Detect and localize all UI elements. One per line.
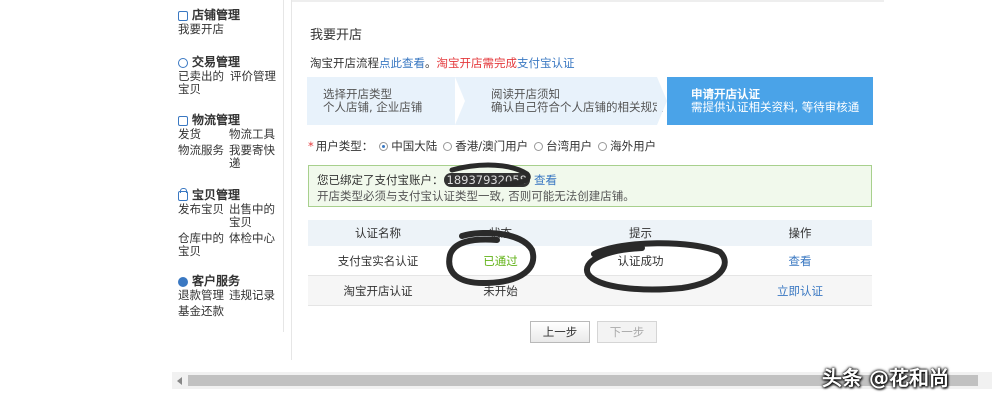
radio-overseas[interactable] — [598, 141, 608, 151]
radio-hk-macau[interactable] — [443, 141, 453, 151]
table-header: 认证名称 状态 提示 操作 — [308, 220, 872, 246]
radio-mainland[interactable] — [379, 141, 389, 151]
progress-steps: 选择开店类型 个人店铺, 企业店铺 阅读开店须知 确认自己符合个人店铺的相关规定… — [307, 77, 873, 125]
sidebar-link-open-store[interactable]: 我要开店 — [178, 22, 224, 36]
sidebar-section-items: 宝贝管理 发布宝贝 出售中的宝贝 仓库中的宝贝 体检中心 — [178, 187, 284, 258]
step-2: 阅读开店须知 确认自己符合个人店铺的相关规定 — [467, 77, 664, 125]
sidebar-link-health-check[interactable]: 体检中心 — [229, 232, 275, 258]
sidebar-section-store: 店铺管理 我要开店 — [178, 8, 284, 36]
scroll-left-icon[interactable] — [177, 377, 182, 385]
trade-icon — [178, 57, 188, 68]
alipay-binding-box: 您已绑定了支付宝账户： 18937932058 查看 开店类型必须与支付宝认证类型一… — [308, 165, 872, 207]
sidebar-link-logistics-service[interactable]: 物流服务 — [178, 144, 229, 170]
user-type-group: * 用户类型： 中国大陆 香港/澳门用户 台湾用户 海外用户 — [308, 139, 657, 153]
sidebar-section-title: 交易管理 — [178, 55, 284, 70]
start-auth-button[interactable]: 立即认证 — [728, 283, 872, 299]
sidebar-section-trade: 交易管理 已卖出的宝贝 评价管理 — [178, 55, 284, 96]
sidebar-link-fund-repay[interactable]: 基金还款 — [178, 304, 224, 318]
sidebar-link-refund[interactable]: 退款管理 — [178, 289, 229, 302]
status-badge: 已通过 — [483, 253, 518, 268]
sidebar-link-violations[interactable]: 违规记录 — [229, 289, 275, 302]
logistics-icon — [178, 115, 188, 126]
sidebar-link-send-express[interactable]: 我要寄快递 — [229, 144, 279, 170]
sidebar-section-title: 店铺管理 — [178, 8, 284, 23]
sidebar-link-warehouse[interactable]: 仓库中的宝贝 — [178, 232, 229, 258]
alipay-account: 18937932058 — [443, 173, 530, 187]
alipay-auth-link[interactable]: 支付宝认证 — [517, 56, 575, 70]
radio-taiwan[interactable] — [534, 141, 544, 151]
process-notice: 淘宝开店流程点此查看。淘宝开店需完成支付宝认证 — [310, 56, 575, 70]
sidebar-section-title: 物流管理 — [178, 113, 284, 128]
sidebar-link-ship[interactable]: 发货 — [178, 128, 229, 141]
sidebar-section-logistics: 物流管理 发货 物流工具 物流服务 我要寄快递 — [178, 113, 284, 170]
view-process-link[interactable]: 点此查看 — [379, 56, 425, 70]
table-row: 支付宝实名认证 已通过 认证成功 查看 — [308, 246, 872, 276]
table-row: 淘宝开店认证 未开始 立即认证 — [308, 276, 872, 306]
step-separator — [657, 77, 667, 125]
sidebar-section-service: 客户服务 退款管理 违规记录 基金还款 — [178, 274, 284, 318]
view-button[interactable]: 查看 — [728, 253, 872, 269]
page-title: 我要开店 — [310, 28, 363, 43]
sidebar-section-title: 宝贝管理 — [178, 187, 284, 203]
auth-table: 认证名称 状态 提示 操作 支付宝实名认证 已通过 认证成功 查看 淘宝开店认证… — [308, 220, 872, 306]
next-button[interactable]: 下一步 — [597, 321, 657, 343]
view-alipay-link[interactable]: 查看 — [534, 173, 557, 187]
status-badge: 未开始 — [483, 283, 518, 298]
watermark: 头条 @花和尚 — [822, 366, 949, 390]
chat-icon — [178, 276, 188, 287]
step-3-active: 申请开店认证 需提供认证相关资料, 等待审核通 — [667, 77, 873, 125]
sidebar: 店铺管理 我要开店 交易管理 已卖出的宝贝 评价管理 物流管理 发货 物流工具 … — [172, 0, 284, 332]
divider — [292, 0, 884, 2]
requirement-text: 淘宝开店需完成 — [436, 56, 518, 70]
step-1: 选择开店类型 个人店铺, 企业店铺 — [307, 77, 479, 125]
sidebar-link-reviews[interactable]: 评价管理 — [230, 70, 276, 96]
sidebar-link-publish-item[interactable]: 发布宝贝 — [178, 203, 229, 229]
step-separator — [455, 77, 465, 125]
store-icon — [178, 10, 188, 21]
lock-icon — [178, 187, 188, 201]
sidebar-link-on-sale[interactable]: 出售中的宝贝 — [229, 203, 279, 229]
sidebar-link-sold-items[interactable]: 已卖出的宝贝 — [178, 70, 226, 96]
sidebar-section-title: 客户服务 — [178, 274, 284, 289]
prev-button[interactable]: 上一步 — [530, 321, 590, 343]
main-panel: 我要开店 淘宝开店流程点此查看。淘宝开店需完成支付宝认证 选择开店类型 个人店铺… — [291, 0, 884, 360]
sidebar-link-logistics-tools[interactable]: 物流工具 — [229, 128, 275, 141]
